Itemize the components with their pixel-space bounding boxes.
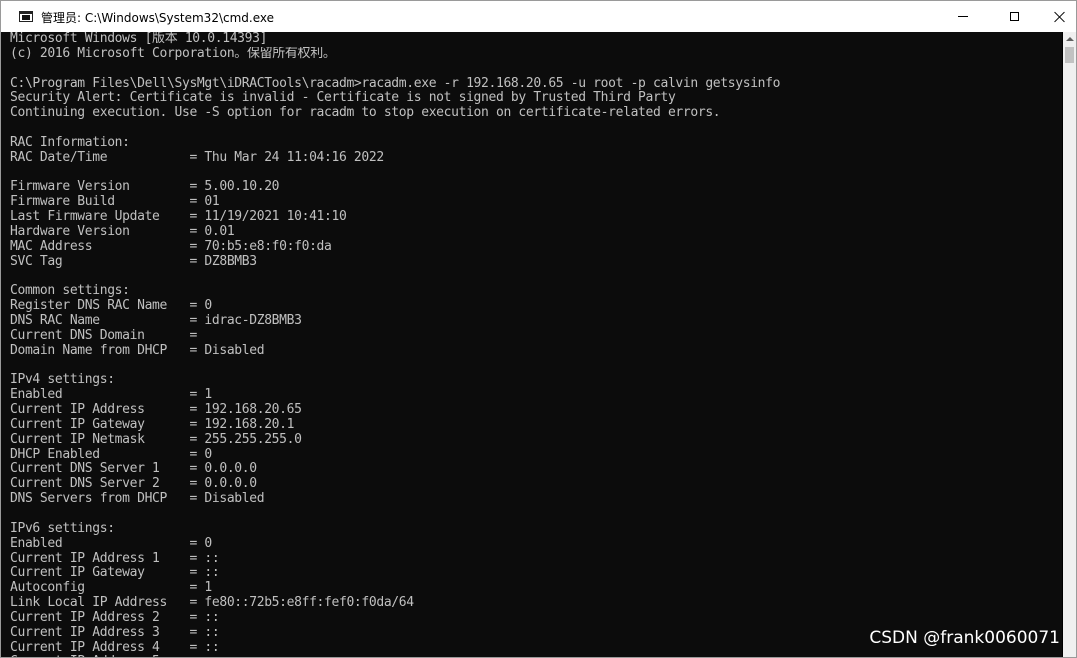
console-line: Current DNS Domain = [10, 328, 197, 343]
console-line: Domain Name from DHCP = Disabled [10, 343, 265, 358]
console-line: Current IP Address 1 = :: [10, 551, 220, 566]
scroll-up-arrow-icon[interactable] [1063, 32, 1076, 46]
console-line: DHCP Enabled = 0 [10, 447, 212, 462]
console-output[interactable]: Microsoft Windows [版本 10.0.14393] (c) 201… [1, 32, 1062, 657]
cmd-console-icon[interactable] [19, 11, 33, 22]
close-button[interactable] [1037, 1, 1076, 32]
console-line: Firmware Version = 5.00.10.20 [10, 180, 280, 195]
console-line: Current DNS Server 1 = 0.0.0.0 [10, 462, 257, 477]
console-line: RAC Information: [10, 135, 130, 150]
console-line: IPv4 settings: [10, 373, 115, 388]
console-line: Current IP Gateway = :: [10, 566, 220, 581]
console-line: SVC Tag = DZ8BMB3 [10, 254, 257, 269]
console-line: Enabled = 1 [10, 388, 212, 403]
console-line: Last Firmware Update = 11/19/2021 10:41:… [10, 210, 347, 225]
console-line: IPv6 settings: [10, 521, 115, 536]
console-line: Security Alert: Certificate is invalid -… [10, 91, 676, 106]
console-line: C:\Program Files\Dell\SysMgt\iDRACTools\… [10, 76, 781, 91]
console-text: Microsoft Windows [版本 10.0.14393] (c) 201… [10, 32, 781, 657]
maximize-icon [1009, 12, 1019, 21]
console-line: Current IP Address 3 = :: [10, 625, 220, 640]
console-line: Current IP Gateway = 192.168.20.1 [10, 417, 295, 432]
close-icon [1054, 11, 1066, 23]
cmd-window: 管理员: C:\Windows\System32\cmd.exe Microso… [0, 0, 1077, 658]
minimize-icon [958, 16, 968, 17]
title-bar[interactable]: 管理员: C:\Windows\System32\cmd.exe [1, 1, 1076, 32]
minimize-button[interactable] [940, 1, 986, 32]
console-line: DNS RAC Name = idrac-DZ8BMB3 [10, 314, 302, 329]
console-line: Link Local IP Address = fe80::72b5:e8ff:… [10, 596, 414, 611]
console-line: MAC Address = 70:b5:e8:f0:f0:da [10, 239, 332, 254]
console-line: Common settings: [10, 284, 130, 299]
console-line: (c) 2016 Microsoft Corporation。保留所有权利。 [10, 46, 336, 61]
vertical-scrollbar[interactable] [1063, 32, 1076, 657]
window-title: 管理员: C:\Windows\System32\cmd.exe [41, 11, 274, 25]
console-line: Current IP Address 2 = :: [10, 610, 220, 625]
console-line: Continuing execution. Use -S option for … [10, 106, 721, 121]
watermark: CSDN @frank0060071 [869, 628, 1060, 648]
console-line: Firmware Build = 01 [10, 195, 220, 210]
console-line: Enabled = 0 [10, 536, 212, 551]
maximize-button[interactable] [991, 1, 1037, 32]
console-line: DNS Servers from DHCP = Disabled [10, 492, 265, 507]
console-line: Autoconfig = 1 [10, 581, 212, 596]
console-line: Hardware Version = 0.01 [10, 224, 235, 239]
console-line: RAC Date/Time = Thu Mar 24 11:04:16 2022 [10, 150, 384, 165]
console-line: Current DNS Server 2 = 0.0.0.0 [10, 477, 257, 492]
console-line: Register DNS RAC Name = 0 [10, 299, 212, 314]
console-line: Current IP Address 4 = :: [10, 640, 220, 655]
console-line: Microsoft Windows [版本 10.0.14393] [10, 32, 268, 46]
console-line: Current IP Address = 192.168.20.65 [10, 403, 302, 418]
console-line: Current IP Netmask = 255.255.255.0 [10, 432, 302, 447]
scroll-thumb[interactable] [1065, 47, 1074, 63]
